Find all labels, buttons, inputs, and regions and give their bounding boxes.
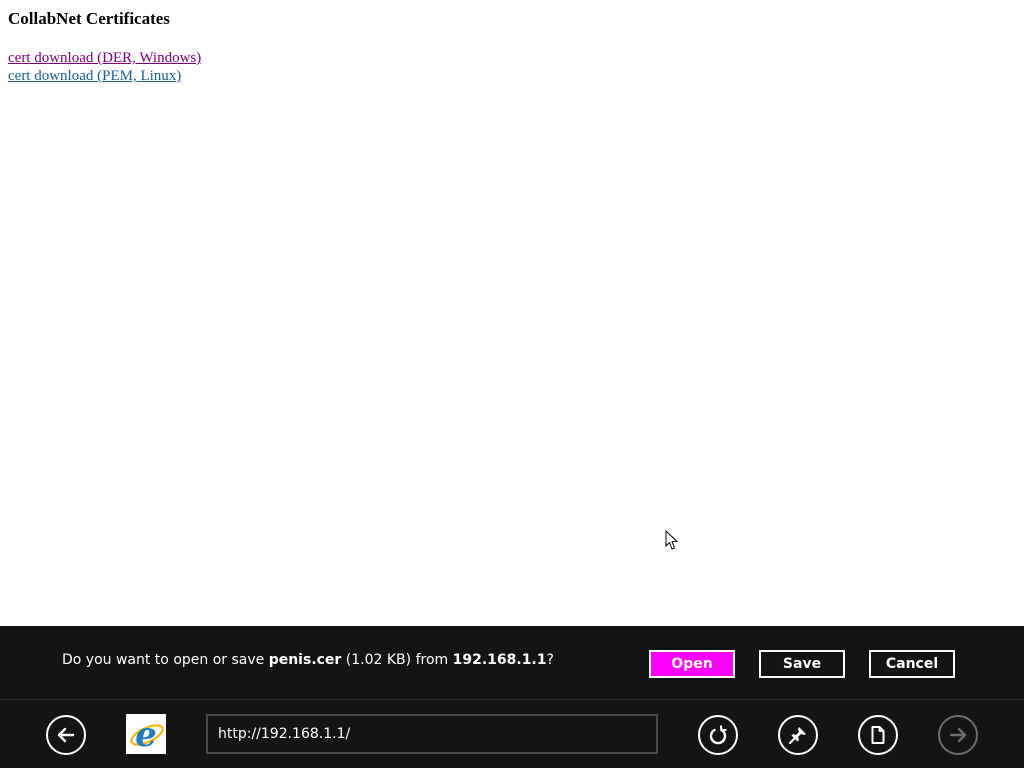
download-links: cert download (DER, Windows) cert downlo… (8, 49, 201, 85)
page-title: CollabNet Certificates (8, 9, 170, 28)
prompt-prefix: Do you want to open or save (62, 652, 269, 668)
download-prompt: Do you want to open or save penis.cer (1… (62, 652, 554, 668)
cert-download-der-link[interactable]: cert download (DER, Windows) (8, 49, 201, 67)
prompt-suffix: ? (546, 652, 554, 668)
forward-arrow-icon (949, 727, 967, 743)
file-size: (1.02 KB) from (341, 652, 453, 668)
ie-logo-icon: e (126, 714, 166, 755)
address-bar: e (0, 700, 1024, 768)
address-input[interactable] (206, 714, 658, 754)
pin-to-start-button[interactable] (778, 715, 818, 755)
web-page: CollabNet Certificates cert download (DE… (0, 0, 1024, 626)
back-arrow-icon (57, 727, 75, 743)
refresh-button[interactable] (698, 715, 738, 755)
open-button[interactable]: Open (649, 650, 735, 678)
refresh-icon (709, 725, 727, 745)
svg-text:e: e (135, 715, 157, 754)
page-tools-button[interactable] (858, 715, 898, 755)
pin-icon (788, 727, 806, 745)
cert-download-pem-link[interactable]: cert download (PEM, Linux) (8, 67, 201, 85)
download-notification-bar: Do you want to open or save penis.cer (1… (0, 626, 1024, 699)
cancel-button[interactable]: Cancel (869, 650, 955, 678)
source-host: 192.168.1.1 (452, 652, 547, 668)
file-name: penis.cer (268, 652, 342, 668)
back-button[interactable] (46, 715, 86, 755)
page-tools-icon (871, 726, 885, 744)
forward-button[interactable] (938, 715, 978, 755)
save-button[interactable]: Save (759, 650, 845, 678)
mouse-cursor-icon (665, 530, 679, 550)
